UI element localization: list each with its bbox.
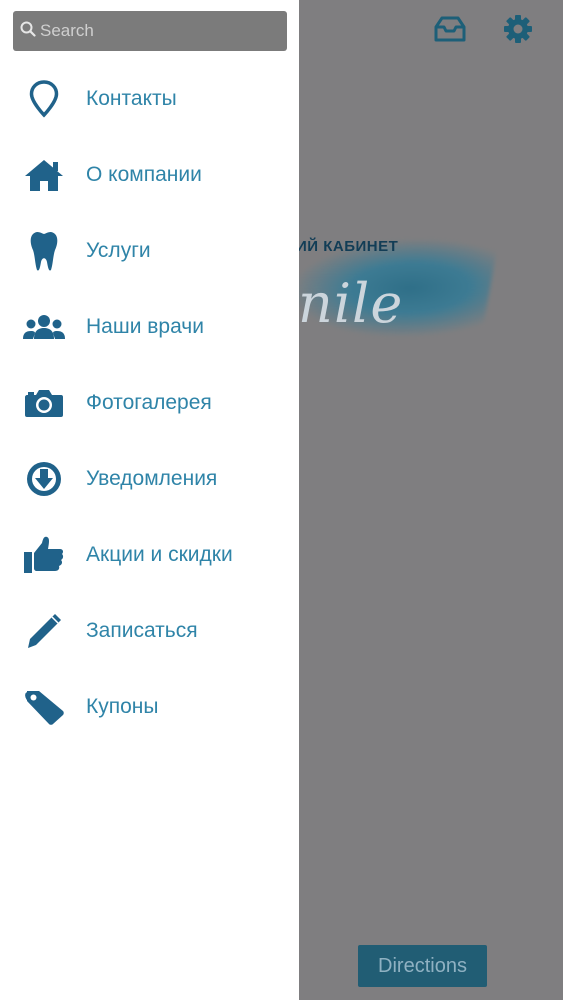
download-circle-icon bbox=[22, 457, 66, 501]
menu-item-label: Контакты bbox=[86, 87, 177, 110]
menu-item-coupons[interactable]: Купоны bbox=[0, 669, 299, 745]
directions-button[interactable]: Directions bbox=[358, 945, 487, 987]
menu-item-label: Уведомления bbox=[86, 467, 218, 490]
menu-item-label: О компании bbox=[86, 163, 202, 186]
menu-item-label: Услуги bbox=[86, 239, 151, 262]
thumbs-up-icon bbox=[22, 533, 66, 577]
menu-item-gallery[interactable]: Фотогалерея bbox=[0, 365, 299, 441]
menu-item-about[interactable]: О компании bbox=[0, 137, 299, 213]
menu-item-doctors[interactable]: Наши врачи bbox=[0, 289, 299, 365]
menu-item-services[interactable]: Услуги bbox=[0, 213, 299, 289]
tooth-icon bbox=[22, 229, 66, 273]
pencil-icon bbox=[22, 609, 66, 653]
home-icon bbox=[22, 153, 66, 197]
search-input[interactable] bbox=[40, 21, 270, 41]
logo-subtitle: ИЙ КАБИНЕТ bbox=[296, 238, 399, 255]
menu-item-contacts[interactable]: Контакты bbox=[0, 61, 299, 137]
menu-item-notifications[interactable]: Уведомления bbox=[0, 441, 299, 517]
inbox-icon[interactable] bbox=[433, 12, 467, 46]
gear-icon[interactable] bbox=[501, 12, 535, 46]
menu-item-label: Фотогалерея bbox=[86, 391, 212, 414]
side-drawer: Контакты О компании Услуги bbox=[0, 0, 299, 1000]
menu-item-label: Наши врачи bbox=[86, 315, 204, 338]
menu-item-label: Акции и скидки bbox=[86, 543, 233, 566]
drawer-menu: Контакты О компании Услуги Наши врачи Фо… bbox=[0, 61, 299, 745]
search-icon bbox=[20, 21, 36, 42]
group-icon bbox=[22, 305, 66, 349]
menu-item-label: Купоны bbox=[86, 695, 159, 718]
menu-item-label: Записаться bbox=[86, 619, 198, 642]
logo-word: nile bbox=[298, 272, 404, 335]
search-bar[interactable] bbox=[13, 11, 287, 51]
menu-item-promotions[interactable]: Акции и скидки bbox=[0, 517, 299, 593]
menu-item-book[interactable]: Записаться bbox=[0, 593, 299, 669]
location-pin-icon bbox=[22, 77, 66, 121]
camera-icon bbox=[22, 381, 66, 425]
tag-icon bbox=[22, 685, 66, 729]
